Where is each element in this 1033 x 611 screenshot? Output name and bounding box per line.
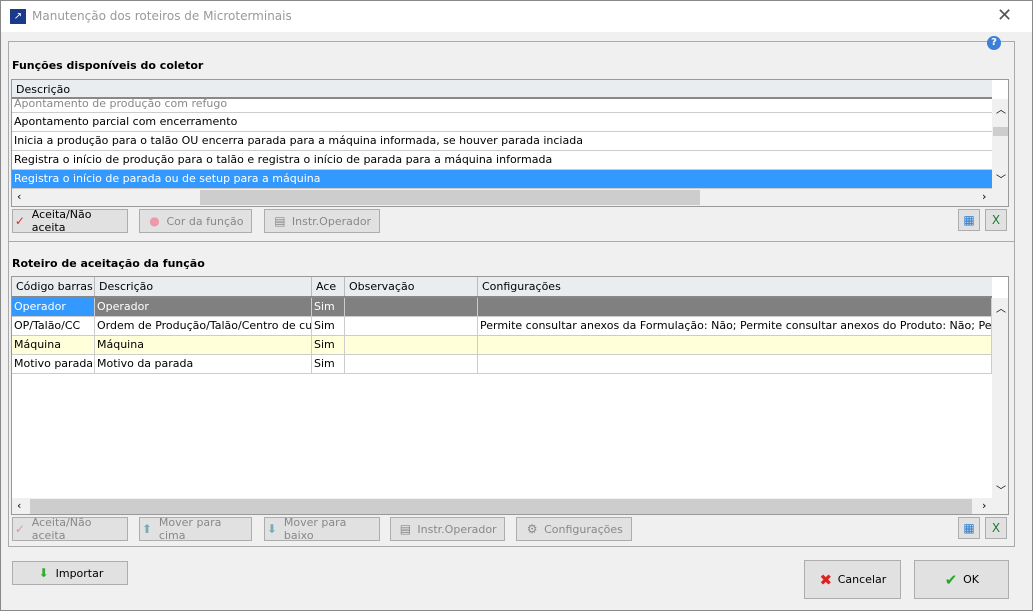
cell-codigo[interactable]: Operador: [12, 298, 95, 316]
arrow-up-icon: ⬆: [141, 522, 152, 536]
cell-configuracoes[interactable]: Permite consultar anexos da Formulação: …: [478, 317, 992, 335]
move-up-label: Mover para cima: [158, 516, 222, 542]
table-row[interactable]: Apontamento de produção com refugo: [12, 97, 992, 113]
check-cross-icon: ✓: [14, 522, 25, 536]
vertical-scrollbar[interactable]: ︿ ﹀: [992, 298, 1008, 498]
route-label: Roteiro de aceitação da função: [12, 257, 205, 270]
cell-descricao[interactable]: Máquina: [95, 336, 312, 354]
table-row[interactable]: Motivo parada Motivo da parada Sim: [12, 355, 992, 374]
import-label: Importar: [55, 566, 104, 580]
cell-ace[interactable]: Sim: [312, 298, 345, 316]
cell-codigo[interactable]: OP/Talão/CC: [12, 317, 95, 335]
route-grid[interactable]: Código barras Descrição Ace Observação C…: [11, 276, 1009, 515]
layout-icon[interactable]: ▦: [958, 209, 980, 231]
cancel-label: Cancelar: [837, 573, 887, 586]
config-label: Configurações: [544, 522, 623, 536]
excel-icon[interactable]: X: [985, 209, 1007, 231]
import-button[interactable]: ⬇ Importar: [12, 561, 128, 585]
table-row[interactable]: Máquina Máquina Sim: [12, 336, 992, 355]
table-row-selected[interactable]: Registra o início de parada ou de setup …: [12, 170, 992, 189]
scroll-up-icon[interactable]: ︿: [996, 101, 1006, 116]
table-row[interactable]: Apontamento parcial com encerramento: [12, 113, 992, 132]
notepad-icon: ▤: [274, 214, 286, 228]
route-header: Código barras Descrição Ace Observação C…: [12, 277, 992, 298]
ok-label: OK: [963, 573, 979, 586]
cell-observacao[interactable]: [345, 298, 478, 316]
route-instr-button[interactable]: ▤ Instr.Operador: [390, 517, 505, 541]
notepad-icon: ▤: [399, 522, 412, 536]
ok-button[interactable]: ✔ OK: [914, 560, 1009, 599]
accept-label: Aceita/Não aceita: [31, 208, 92, 234]
cell-observacao[interactable]: [345, 355, 478, 373]
scroll-left-icon[interactable]: ‹: [17, 499, 21, 512]
move-down-label: Mover para baixo: [283, 516, 347, 542]
cell-observacao[interactable]: [345, 317, 478, 335]
function-color-button[interactable]: ● Cor da função: [139, 209, 252, 233]
cell-ace[interactable]: Sim: [312, 317, 345, 335]
instr-label: Instr.Operador: [417, 522, 497, 536]
excel-icon[interactable]: X: [985, 517, 1007, 539]
divider: [9, 241, 1014, 242]
vertical-scrollbar[interactable]: ︿ ﹀: [992, 99, 1008, 189]
column-observacao[interactable]: Observação: [345, 277, 478, 296]
title-bar: ↗ Manutenção dos roteiros de Microtermin…: [1, 1, 1032, 32]
column-codigo[interactable]: Código barras: [12, 277, 95, 296]
app-icon: ↗: [10, 9, 26, 24]
scroll-down-icon[interactable]: ﹀: [996, 171, 1006, 186]
scroll-thumb[interactable]: [30, 499, 972, 514]
layout-icon[interactable]: ▦: [958, 517, 980, 539]
cell-descricao[interactable]: Ordem de Produção/Talão/Centro de custo: [95, 317, 312, 335]
scroll-right-icon[interactable]: ›: [982, 190, 986, 203]
column-descricao[interactable]: Descrição: [95, 277, 312, 296]
cross-icon: ✖: [819, 570, 833, 589]
check-icon: ✔: [944, 570, 958, 589]
functions-label: Funções disponíveis do coletor: [12, 59, 204, 72]
close-icon[interactable]: ✕: [997, 5, 1012, 26]
functions-grid[interactable]: Descrição Apontamento de produção com re…: [11, 79, 1009, 207]
cell-descricao[interactable]: Motivo da parada: [95, 355, 312, 373]
check-cross-icon: ✓: [14, 214, 25, 228]
import-icon: ⬇: [38, 566, 49, 580]
table-row[interactable]: OP/Talão/CC Ordem de Produção/Talão/Centr…: [12, 317, 992, 336]
cell-observacao[interactable]: [345, 336, 478, 354]
arrow-down-icon: ⬇: [266, 522, 277, 536]
gear-icon: ⚙: [526, 522, 538, 536]
cell-descricao[interactable]: Operador: [95, 298, 312, 316]
route-accept-button[interactable]: ✓ Aceita/Não aceita: [12, 516, 128, 542]
cell-configuracoes[interactable]: [478, 298, 992, 316]
scroll-right-icon[interactable]: ›: [982, 499, 986, 512]
table-row[interactable]: Operador Operador Sim: [12, 298, 992, 317]
move-up-button[interactable]: ⬆ Mover para cima: [139, 516, 252, 542]
cell-ace[interactable]: Sim: [312, 355, 345, 373]
configurations-button[interactable]: ⚙ Configurações: [516, 517, 632, 541]
column-descricao[interactable]: Descrição: [12, 80, 992, 97]
cell-ace[interactable]: Sim: [312, 336, 345, 354]
scroll-up-icon[interactable]: ︿: [996, 300, 1006, 315]
scroll-thumb[interactable]: [200, 190, 700, 205]
scroll-left-icon[interactable]: ‹: [17, 190, 21, 203]
move-down-button[interactable]: ⬇ Mover para baixo: [264, 516, 380, 542]
help-icon[interactable]: ?: [987, 36, 1001, 50]
column-configuracoes[interactable]: Configurações: [478, 277, 992, 296]
cell-codigo[interactable]: Máquina: [12, 336, 95, 354]
table-row[interactable]: Inicia a produção para o talão OU encerr…: [12, 132, 992, 151]
scroll-thumb[interactable]: [993, 127, 1008, 136]
cancel-button[interactable]: ✖ Cancelar: [804, 560, 901, 599]
cell-codigo[interactable]: Motivo parada: [12, 355, 95, 373]
horizontal-scrollbar[interactable]: ‹ ›: [12, 498, 1008, 514]
window-title: Manutenção dos roteiros de Microterminai…: [32, 9, 292, 23]
accept-label: Aceita/Não aceita: [31, 516, 92, 542]
cell-configuracoes[interactable]: [478, 355, 992, 373]
horizontal-scrollbar[interactable]: ‹ ›: [12, 189, 1008, 206]
column-ace[interactable]: Ace: [312, 277, 345, 296]
instr-operator-button[interactable]: ▤ Instr.Operador: [264, 209, 380, 233]
table-row[interactable]: Registra o início de produção para o tal…: [12, 151, 992, 170]
accept-button[interactable]: ✓ Aceita/Não aceita: [12, 208, 128, 234]
instr-label: Instr.Operador: [291, 214, 372, 228]
cell-configuracoes[interactable]: [478, 336, 992, 354]
color-icon: ●: [149, 214, 160, 228]
scroll-down-icon[interactable]: ﹀: [996, 482, 1006, 497]
color-label: Cor da função: [166, 214, 244, 228]
